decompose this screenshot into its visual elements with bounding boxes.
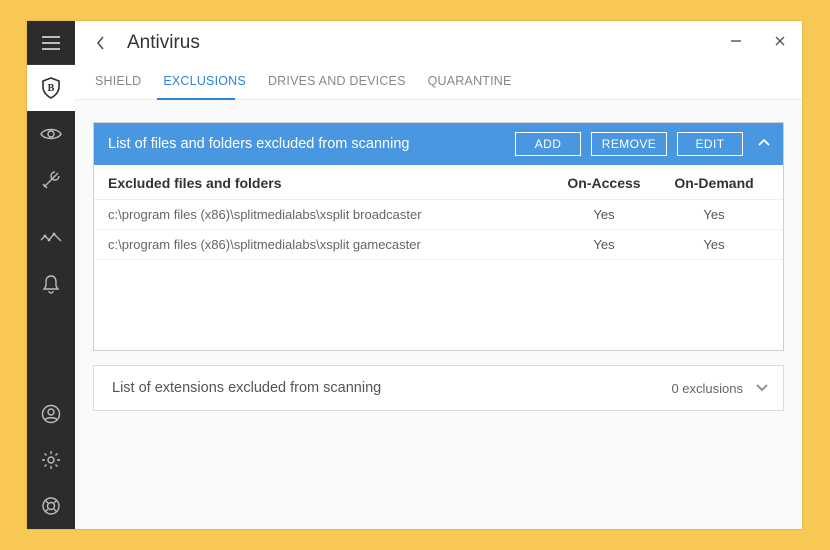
close-icon bbox=[774, 35, 786, 47]
shield-icon: B bbox=[41, 77, 61, 99]
col-header-path: Excluded files and folders bbox=[108, 175, 549, 191]
sidebar-item-activity[interactable] bbox=[27, 215, 75, 261]
cell-demand: Yes bbox=[659, 207, 769, 222]
content: List of files and folders excluded from … bbox=[75, 100, 802, 529]
user-icon bbox=[41, 404, 61, 424]
bell-icon bbox=[42, 274, 60, 294]
eye-icon bbox=[40, 127, 62, 141]
add-button[interactable]: ADD bbox=[515, 132, 581, 156]
exclusions-count: 0 exclusions bbox=[671, 381, 743, 396]
collapse-button[interactable] bbox=[757, 136, 771, 152]
chevron-left-icon bbox=[96, 35, 106, 51]
edit-button[interactable]: EDIT bbox=[677, 132, 743, 156]
cell-demand: Yes bbox=[659, 237, 769, 252]
table-row[interactable]: c:\program files (x86)\splitmedialabs\xs… bbox=[94, 200, 783, 230]
sidebar-item-antivirus[interactable]: B bbox=[27, 65, 75, 111]
table-row[interactable]: c:\program files (x86)\splitmedialabs\xs… bbox=[94, 230, 783, 260]
extensions-panel-title: List of extensions excluded from scannin… bbox=[112, 380, 671, 396]
exclusions-panel-header: List of files and folders excluded from … bbox=[94, 123, 783, 165]
tabs: SHIELD EXCLUSIONS DRIVES AND DEVICES QUA… bbox=[75, 65, 802, 100]
activity-icon bbox=[40, 231, 62, 245]
sidebar-item-settings[interactable] bbox=[27, 437, 75, 483]
minimize-button[interactable] bbox=[728, 34, 744, 52]
svg-text:B: B bbox=[48, 83, 55, 94]
sidebar-item-tools[interactable] bbox=[27, 157, 75, 203]
expand-button[interactable] bbox=[755, 380, 769, 396]
minimize-icon bbox=[730, 35, 742, 47]
remove-button[interactable]: REMOVE bbox=[591, 132, 667, 156]
cell-access: Yes bbox=[549, 237, 659, 252]
menu-button[interactable] bbox=[27, 21, 75, 65]
close-button[interactable] bbox=[772, 34, 788, 52]
back-button[interactable] bbox=[81, 23, 121, 63]
tab-drives[interactable]: DRIVES AND DEVICES bbox=[268, 74, 406, 90]
exclusions-panel: List of files and folders excluded from … bbox=[93, 122, 784, 351]
cell-path: c:\program files (x86)\splitmedialabs\xs… bbox=[108, 237, 549, 252]
sidebar: B bbox=[27, 21, 75, 529]
hamburger-icon bbox=[42, 36, 60, 50]
cell-access: Yes bbox=[549, 207, 659, 222]
sidebar-item-notifications[interactable] bbox=[27, 261, 75, 307]
main-area: Antivirus SHIELD EXCLUSIONS DRIVES AND D… bbox=[75, 21, 802, 529]
gear-icon bbox=[41, 450, 61, 470]
titlebar: Antivirus bbox=[75, 21, 802, 65]
extensions-panel[interactable]: List of extensions excluded from scannin… bbox=[93, 365, 784, 411]
table-spacer bbox=[94, 260, 783, 350]
tab-exclusions[interactable]: EXCLUSIONS bbox=[163, 74, 246, 90]
sidebar-item-support[interactable] bbox=[27, 483, 75, 529]
app-window: B Antivirus bbox=[27, 21, 802, 529]
page-title: Antivirus bbox=[127, 32, 200, 54]
chevron-up-icon bbox=[757, 138, 771, 148]
lifebuoy-icon bbox=[41, 496, 61, 516]
panel-title: List of files and folders excluded from … bbox=[108, 136, 505, 152]
tools-icon bbox=[41, 170, 61, 190]
tab-shield[interactable]: SHIELD bbox=[95, 74, 141, 90]
window-controls bbox=[728, 34, 788, 52]
chevron-down-icon bbox=[755, 382, 769, 392]
table-header: Excluded files and folders On-Access On-… bbox=[94, 165, 783, 200]
sidebar-item-privacy[interactable] bbox=[27, 111, 75, 157]
sidebar-item-account[interactable] bbox=[27, 391, 75, 437]
col-header-demand: On-Demand bbox=[659, 175, 769, 191]
cell-path: c:\program files (x86)\splitmedialabs\xs… bbox=[108, 207, 549, 222]
col-header-access: On-Access bbox=[549, 175, 659, 191]
tab-underline bbox=[157, 98, 235, 100]
tab-quarantine[interactable]: QUARANTINE bbox=[428, 74, 512, 90]
